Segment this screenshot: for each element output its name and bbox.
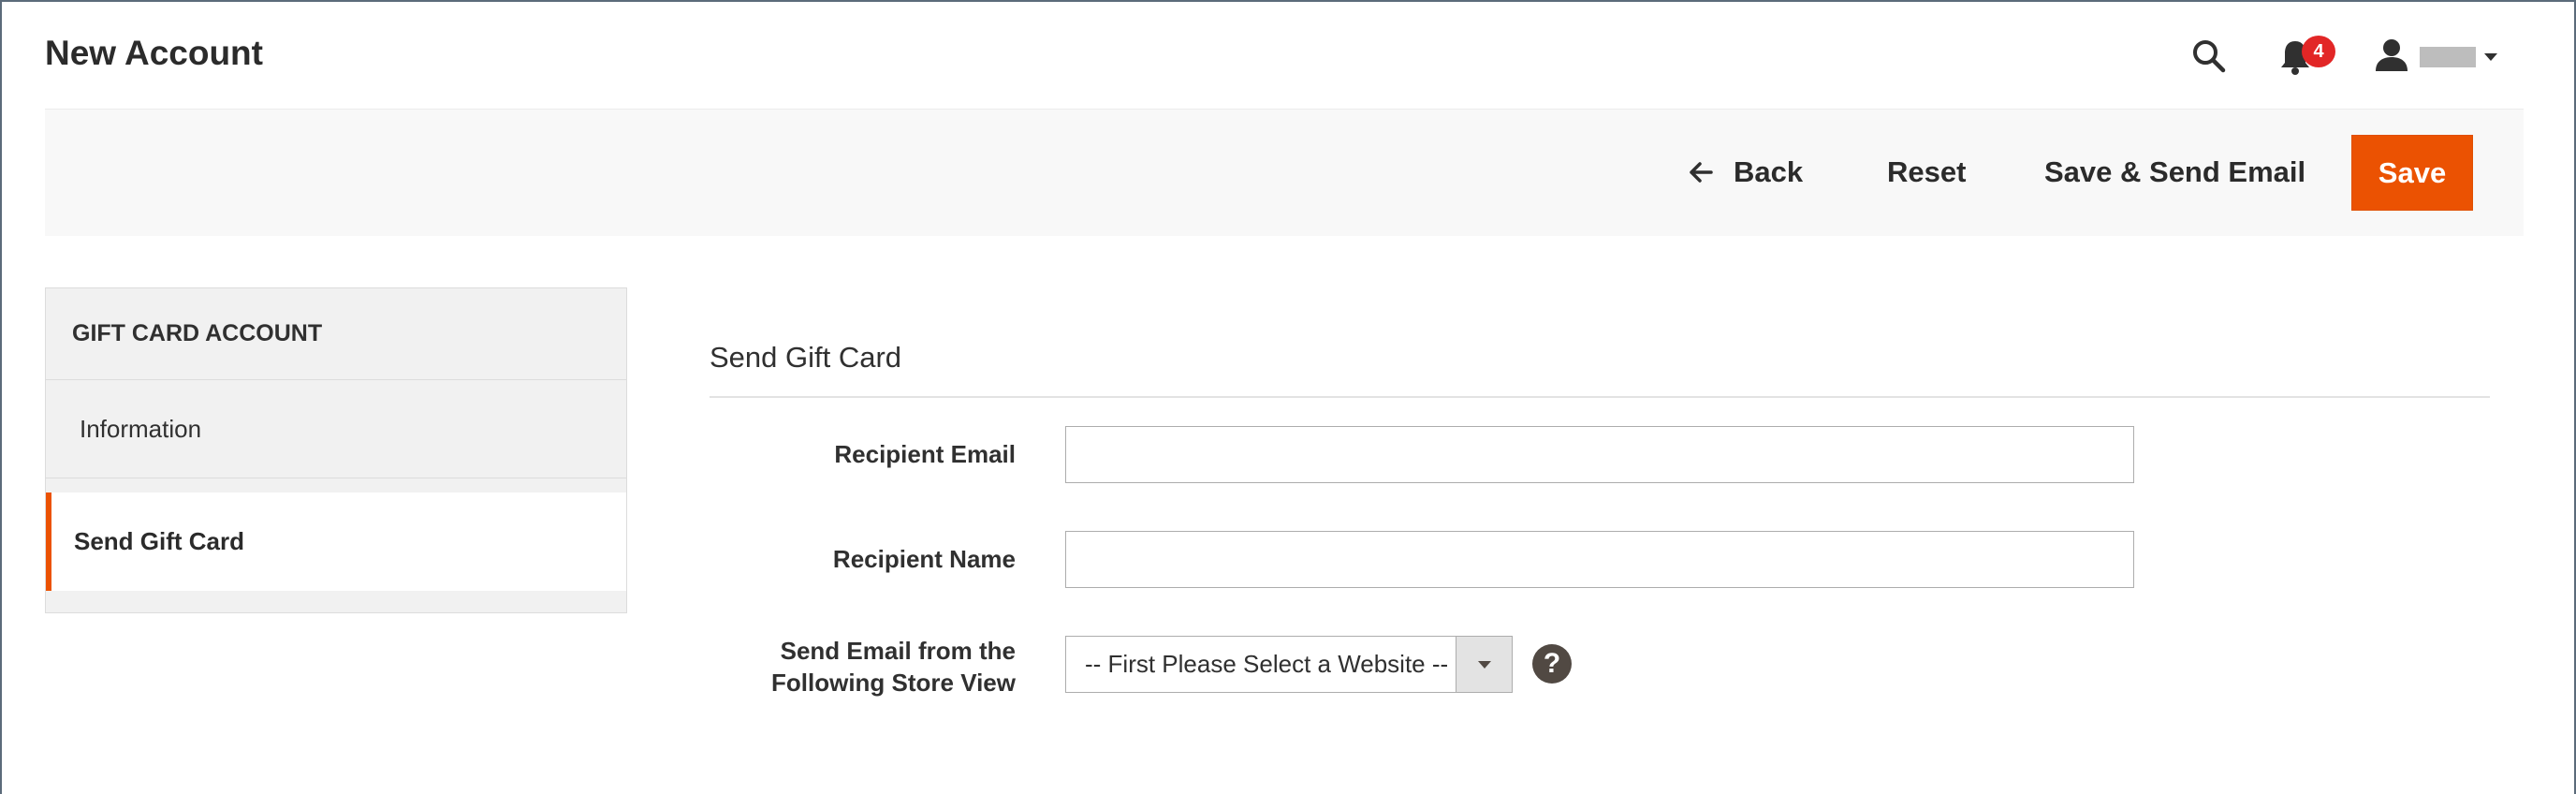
help-icon[interactable]: ?: [1532, 644, 1572, 684]
recipient-email-input[interactable]: [1065, 426, 2134, 483]
arrow-left-icon: [1690, 162, 1713, 183]
store-view-label-line1: Send Email from the: [780, 637, 1016, 665]
recipient-name-input[interactable]: [1065, 531, 2134, 588]
search-icon[interactable]: [2190, 37, 2228, 75]
section-divider: [710, 396, 2490, 398]
reset-button[interactable]: Reset: [1887, 148, 1966, 197]
sidebar: GIFT CARD ACCOUNT Information Send Gift …: [45, 287, 627, 613]
chevron-down-icon: [1477, 660, 1491, 669]
sidebar-item-send-gift-card[interactable]: Send Gift Card: [46, 493, 626, 591]
store-view-select[interactable]: -- First Please Select a Website --: [1065, 636, 1513, 693]
store-view-label-line2: Following Store View: [771, 669, 1016, 697]
store-view-selected-value: -- First Please Select a Website --: [1085, 650, 1449, 678]
page-title: New Account: [45, 34, 263, 72]
recipient-email-label: Recipient Email: [834, 440, 1016, 468]
store-view-label: Send Email from the Following Store View: [771, 635, 1016, 698]
sidebar-item-information[interactable]: Information: [46, 380, 626, 478]
save-button[interactable]: Save: [2351, 135, 2473, 211]
back-button[interactable]: Back: [1689, 148, 1803, 197]
sidebar-heading: GIFT CARD ACCOUNT: [46, 288, 626, 380]
chevron-down-icon[interactable]: [2482, 51, 2499, 62]
user-icon[interactable]: [2374, 37, 2409, 73]
back-button-label: Back: [1734, 155, 1804, 188]
section-title: Send Gift Card: [710, 341, 902, 374]
select-toggle-button[interactable]: [1456, 637, 1512, 692]
recipient-name-label: Recipient Name: [832, 545, 1016, 573]
notification-badge[interactable]: 4: [2302, 36, 2335, 67]
save-and-send-email-button[interactable]: Save & Send Email: [2044, 148, 2305, 197]
user-name-redacted[interactable]: [2420, 47, 2476, 67]
